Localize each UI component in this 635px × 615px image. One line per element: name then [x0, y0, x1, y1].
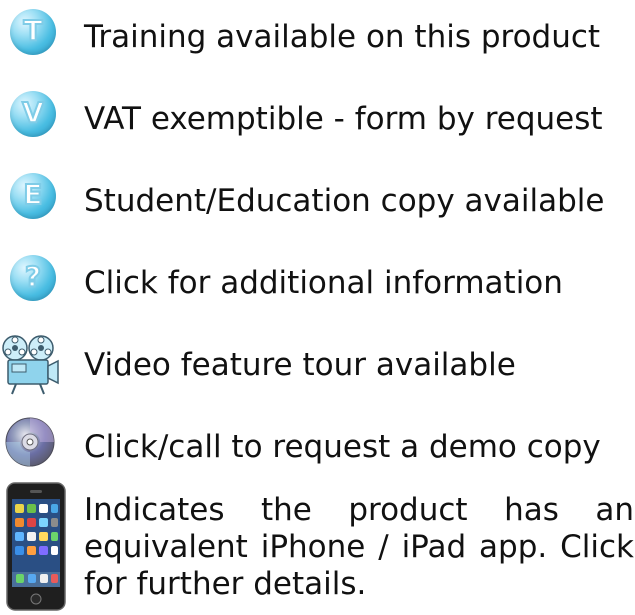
legend-label: Click/call to request a demo copy — [84, 428, 601, 465]
legend-label: Video feature tour available — [84, 346, 516, 383]
badge-letter: ? — [24, 260, 42, 293]
badge-letter: T — [22, 14, 43, 47]
legend-label: Training available on this product — [84, 18, 601, 55]
legend-item-iphone: Indicates the product has an equivalent … — [0, 482, 635, 611]
training-icon[interactable]: T — [10, 9, 56, 55]
info-icon[interactable]: ? — [10, 255, 56, 301]
vat-icon[interactable]: V — [10, 91, 56, 137]
legend-label: VAT exemptible - form by request — [84, 100, 603, 137]
badge-letter: E — [22, 178, 43, 211]
education-icon-wrap: E — [0, 173, 70, 238]
info-icon-wrap: ? — [0, 255, 70, 320]
legend-item-video: Video feature tour available — [0, 335, 635, 402]
iphone-icon[interactable] — [6, 482, 66, 611]
legend-item-demo: Click/call to request a demo copy — [0, 417, 635, 484]
education-icon[interactable]: E — [10, 173, 56, 219]
legend-label: Click for additional information — [84, 264, 563, 301]
training-icon-wrap: T — [0, 9, 70, 74]
video-icon-wrap — [0, 335, 70, 402]
iphone-description: Indicates the product has an equivalent … — [84, 492, 634, 602]
vat-icon-wrap: V — [0, 91, 70, 156]
legend-label: Student/Education copy available — [84, 182, 605, 219]
cd-icon-wrap — [0, 417, 70, 484]
video-projector-icon[interactable] — [0, 332, 62, 396]
cd-icon[interactable] — [4, 416, 56, 468]
badge-letter: V — [21, 96, 45, 129]
iphone-icon-wrap — [6, 482, 66, 611]
legend-item-vat: V VAT exemptible - form by request — [0, 91, 635, 156]
legend-item-info: ? Click for additional information — [0, 255, 635, 320]
legend-item-training: T Training available on this product — [0, 9, 635, 74]
legend-item-education: E Student/Education copy available — [0, 173, 635, 238]
